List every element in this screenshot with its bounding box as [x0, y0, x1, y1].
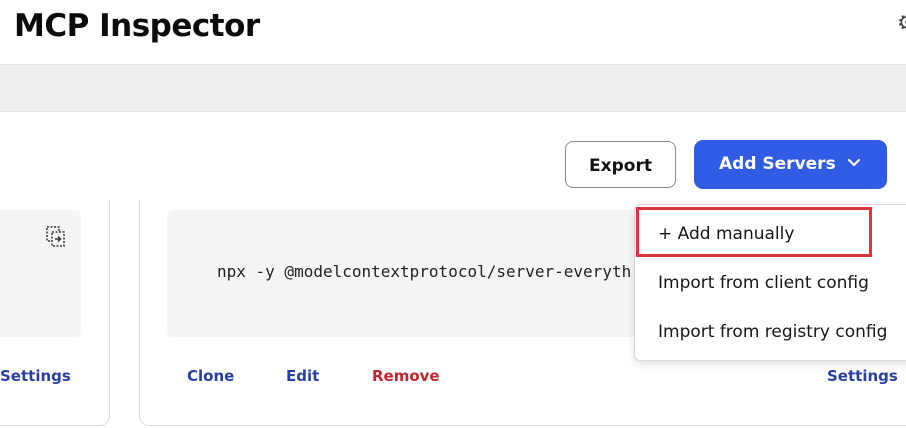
add-servers-label: Add Servers	[719, 154, 836, 174]
export-button[interactable]: Export	[565, 141, 676, 188]
settings-link[interactable]: Settings	[827, 366, 898, 386]
server-command-box	[0, 210, 81, 337]
menu-item-import-client-config[interactable]: Import from client config	[658, 272, 869, 294]
server-command-text: npx -y @modelcontextprotocol/server-ever…	[217, 262, 632, 281]
tab-bar	[0, 65, 906, 112]
app-header: MCP Inspector ⚙	[0, 0, 906, 65]
edit-link[interactable]: Edit	[286, 366, 319, 386]
copy-icon[interactable]	[46, 226, 66, 248]
clone-link[interactable]: Clone	[187, 366, 234, 386]
remove-link[interactable]: Remove	[372, 366, 440, 386]
menu-item-import-registry-config[interactable]: Import from registry config	[658, 321, 887, 343]
add-servers-button[interactable]: Add Servers	[694, 140, 887, 189]
gear-icon[interactable]: ⚙	[897, 12, 906, 36]
chevron-down-icon	[847, 158, 861, 167]
settings-link[interactable]: Settings	[0, 366, 71, 386]
highlight-box	[636, 207, 872, 257]
app-title: MCP Inspector	[14, 8, 260, 44]
